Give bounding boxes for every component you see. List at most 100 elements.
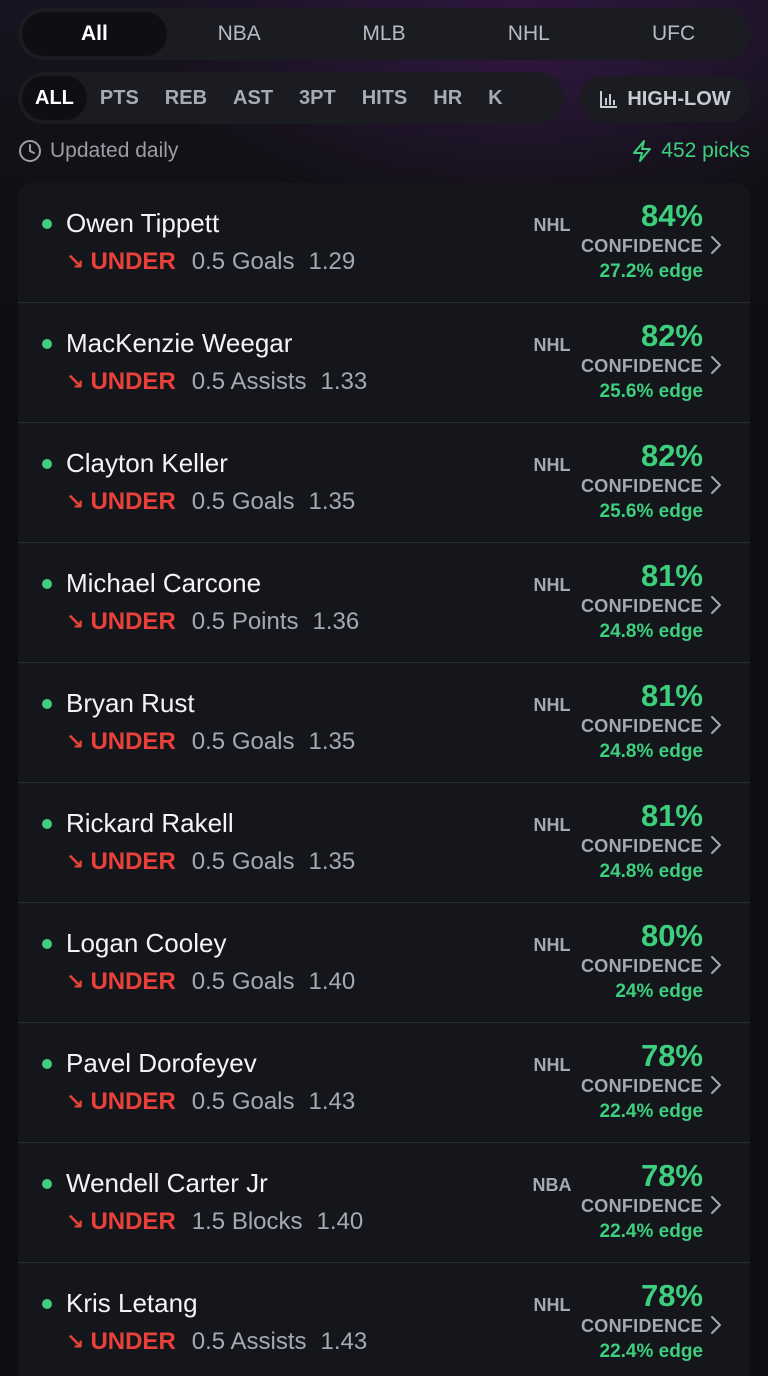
league-tab-mlb[interactable]: MLB	[312, 12, 457, 56]
confidence-label: CONFIDENCE	[580, 1196, 703, 1216]
odds-value: 1.40	[308, 968, 356, 995]
picks-count-text: 452 picks	[661, 139, 750, 162]
direction-label: UNDER	[90, 1208, 176, 1235]
status-dot	[42, 1179, 52, 1189]
status-dot	[42, 699, 52, 709]
direction-label: UNDER	[90, 848, 176, 875]
prop-line: ↘ UNDER 0.5 Goals 1.29	[66, 248, 355, 276]
down-arrow-icon: ↘	[66, 1209, 85, 1234]
stat-tab-all[interactable]: ALL	[22, 76, 87, 120]
down-arrow-icon: ↘	[66, 609, 85, 634]
info-row: Updated daily 452 picks	[18, 136, 750, 166]
chevron-right-icon	[711, 716, 721, 734]
stat-tab-pts[interactable]: PTS	[87, 76, 152, 120]
direction-label: UNDER	[90, 608, 176, 635]
confidence-value: 81%	[640, 678, 703, 713]
direction-label: UNDER	[90, 368, 176, 395]
prop-text: 0.5 Assists	[191, 1328, 307, 1355]
down-arrow-icon: ↘	[66, 1329, 85, 1354]
player-name: Wendell Carter Jr	[66, 1168, 268, 1198]
pick-row[interactable]: Rickard Rakell ↘ UNDER 0.5 Goals 1.35 NH…	[18, 783, 750, 903]
pick-row[interactable]: Clayton Keller ↘ UNDER 0.5 Goals 1.35 NH…	[18, 423, 750, 543]
league-tab-nba[interactable]: NBA	[167, 12, 312, 56]
confidence-block: 81% CONFIDENCE 24.8% edge	[573, 799, 703, 885]
chevron-right-icon	[711, 1076, 721, 1094]
edge-value: 22.4% edge	[599, 1341, 704, 1362]
player-name: Kris Letang	[66, 1288, 198, 1318]
odds-value: 1.29	[308, 248, 356, 275]
updated-text: Updated daily	[50, 139, 179, 162]
confidence-label: CONFIDENCE	[580, 1316, 703, 1336]
edge-value: 27.2% edge	[599, 261, 704, 282]
picks-count: 452 picks	[631, 139, 750, 163]
stat-filter-bar: ALL PTS REB AST 3PT HITS HR K	[18, 72, 563, 124]
direction-label: UNDER	[90, 248, 176, 275]
chevron-right-icon	[711, 1196, 721, 1214]
pick-row[interactable]: Bryan Rust ↘ UNDER 0.5 Goals 1.35 NHL 81…	[18, 663, 750, 783]
confidence-block: 78% CONFIDENCE 22.4% edge	[573, 1039, 703, 1125]
odds-value: 1.35	[308, 488, 356, 515]
league-tab-all[interactable]: All	[22, 12, 167, 56]
confidence-label: CONFIDENCE	[580, 716, 703, 736]
chevron-right-icon	[711, 476, 721, 494]
league-tab-ufc[interactable]: UFC	[601, 12, 746, 56]
confidence-block: 81% CONFIDENCE 24.8% edge	[573, 559, 703, 645]
stat-tab-hr[interactable]: HR	[420, 76, 475, 120]
player-name: Rickard Rakell	[66, 808, 234, 838]
direction-label: UNDER	[90, 1088, 176, 1115]
player-name: Clayton Keller	[66, 448, 228, 478]
pick-row[interactable]: Owen Tippett ↘ UNDER 0.5 Goals 1.29 NHL …	[18, 183, 750, 303]
confidence-label: CONFIDENCE	[580, 956, 703, 976]
odds-value: 1.35	[308, 848, 356, 875]
direction-label: UNDER	[90, 488, 176, 515]
edge-value: 24.8% edge	[599, 741, 704, 762]
pick-row[interactable]: MacKenzie Weegar ↘ UNDER 0.5 Assists 1.3…	[18, 303, 750, 423]
prop-text: 0.5 Goals	[191, 1088, 295, 1115]
status-dot	[42, 459, 52, 469]
pick-row[interactable]: Pavel Dorofeyev ↘ UNDER 0.5 Goals 1.43 N…	[18, 1023, 750, 1143]
chevron-right-icon	[711, 596, 721, 614]
chevron-right-icon	[711, 1316, 721, 1334]
direction-label: UNDER	[90, 968, 176, 995]
player-name: Bryan Rust	[66, 688, 195, 718]
odds-value: 1.33	[320, 368, 368, 395]
player-name: MacKenzie Weegar	[66, 328, 293, 358]
prop-line: ↘ UNDER 0.5 Goals 1.35	[66, 488, 355, 516]
update-frequency: Updated daily	[18, 139, 178, 163]
stat-tab-reb[interactable]: REB	[152, 76, 220, 120]
confidence-label: CONFIDENCE	[580, 236, 703, 256]
prop-text: 0.5 Goals	[191, 728, 295, 755]
stat-tab-3pt[interactable]: 3PT	[286, 76, 349, 120]
status-dot	[42, 1299, 52, 1309]
chevron-right-icon	[711, 236, 721, 254]
edge-value: 22.4% edge	[599, 1221, 704, 1242]
status-dot	[42, 819, 52, 829]
lightning-icon	[633, 140, 652, 162]
prop-line: ↘ UNDER 0.5 Goals 1.43	[66, 1088, 355, 1116]
pick-row[interactable]: Logan Cooley ↘ UNDER 0.5 Goals 1.40 NHL …	[18, 903, 750, 1023]
league-tab-nhl[interactable]: NHL	[456, 12, 601, 56]
prop-line: ↘ UNDER 0.5 Points 1.36	[66, 608, 359, 636]
pick-row[interactable]: Michael Carcone ↘ UNDER 0.5 Points 1.36 …	[18, 543, 750, 663]
sort-label: HIGH-LOW	[627, 87, 731, 110]
pick-row[interactable]: Wendell Carter Jr ↘ UNDER 1.5 Blocks 1.4…	[18, 1143, 750, 1263]
edge-value: 24.8% edge	[599, 621, 704, 642]
down-arrow-icon: ↘	[66, 849, 85, 874]
prop-line: ↘ UNDER 0.5 Assists 1.33	[66, 368, 367, 396]
edge-value: 25.6% edge	[599, 501, 704, 522]
pick-row[interactable]: Kris Letang ↘ UNDER 0.5 Assists 1.43 NHL…	[18, 1263, 750, 1376]
confidence-value: 78%	[640, 1038, 703, 1073]
down-arrow-icon: ↘	[66, 729, 85, 754]
prop-text: 0.5 Assists	[191, 368, 307, 395]
odds-value: 1.43	[320, 1328, 368, 1355]
confidence-value: 78%	[640, 1278, 703, 1313]
confidence-label: CONFIDENCE	[580, 1076, 703, 1096]
down-arrow-icon: ↘	[66, 1089, 85, 1114]
odds-value: 1.40	[316, 1208, 364, 1235]
stat-tab-hits[interactable]: HITS	[349, 76, 421, 120]
prop-line: ↘ UNDER 0.5 Goals 1.35	[66, 848, 355, 876]
sort-button[interactable]: HIGH-LOW	[580, 76, 750, 122]
stat-tab-k[interactable]: K	[475, 76, 515, 120]
down-arrow-icon: ↘	[66, 969, 85, 994]
stat-tab-ast[interactable]: AST	[220, 76, 286, 120]
